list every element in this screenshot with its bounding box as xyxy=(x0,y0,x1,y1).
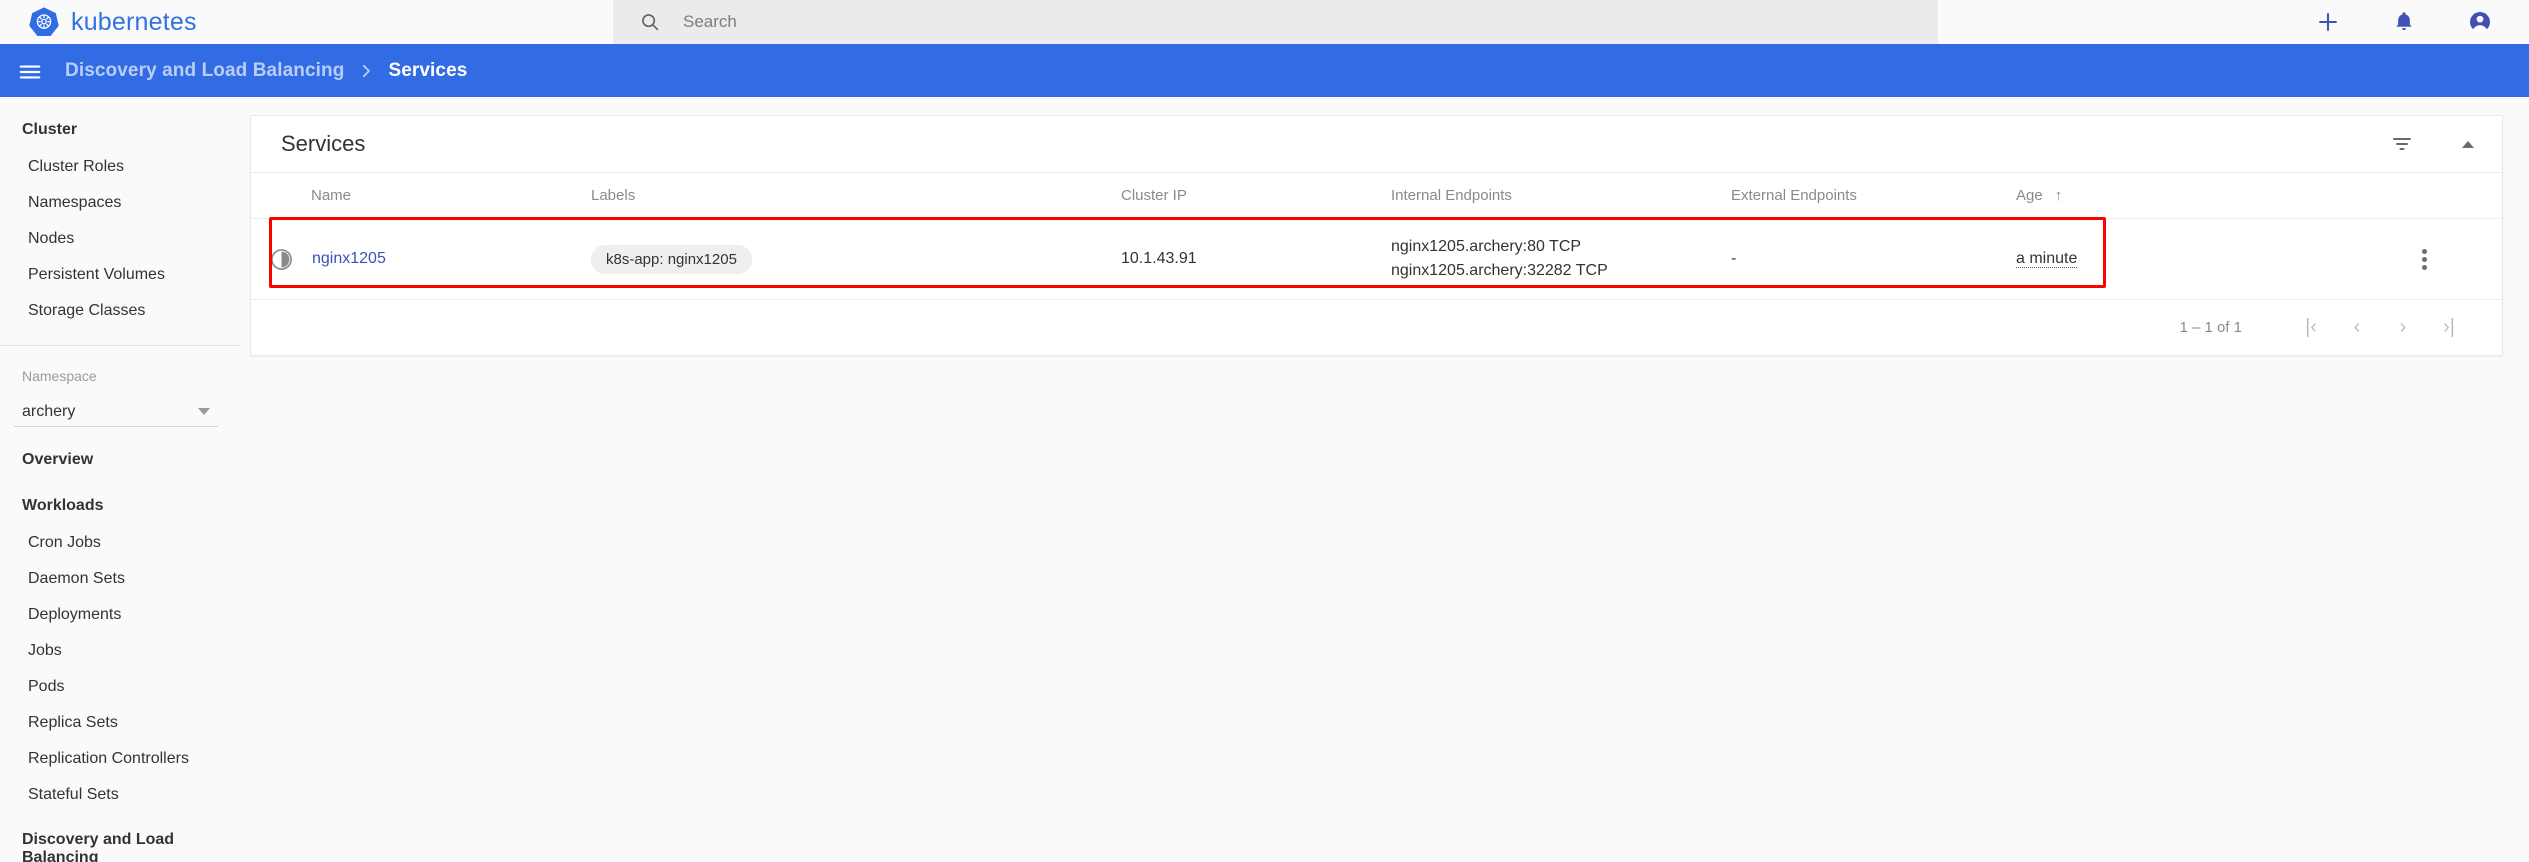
brand-title: kubernetes xyxy=(71,7,197,36)
account-circle-icon[interactable] xyxy=(2467,9,2493,35)
sidebar-group-discovery: Discovery and Load Balancing xyxy=(22,831,175,862)
sidebar-group-workloads: Workloads xyxy=(22,497,104,514)
page-body: Cluster Cluster Roles Namespaces Nodes P… xyxy=(0,97,2529,862)
pagination-next-button[interactable]: › xyxy=(2380,308,2426,348)
sidebar-item-cluster-roles[interactable]: Cluster Roles xyxy=(0,149,240,185)
cell-cluster-ip: 10.1.43.91 xyxy=(1121,218,1391,300)
sidebar-item-overview[interactable]: Overview xyxy=(0,441,240,479)
global-search-bar[interactable] xyxy=(613,0,1938,44)
top-app-bar: kubernetes xyxy=(0,0,2529,44)
breadcrumb-item-parent[interactable]: Discovery and Load Balancing xyxy=(65,60,344,82)
services-card: Services Name Labels Cluster IP Internal… xyxy=(250,115,2503,356)
filter-icon[interactable] xyxy=(2390,132,2414,156)
namespace-selector-block: Namespace archery xyxy=(0,346,240,427)
search-icon xyxy=(639,11,661,33)
sidebar-item-jobs[interactable]: Jobs xyxy=(0,633,240,669)
pagination: 1 – 1 of 1 |‹ ‹ › ›| xyxy=(251,300,2502,355)
search-input[interactable] xyxy=(683,12,1912,32)
cell-external-endpoints: - xyxy=(1731,218,2016,300)
kubernetes-logo-icon xyxy=(28,6,60,38)
sidebar-item-pods[interactable]: Pods xyxy=(0,669,240,705)
services-table: Name Labels Cluster IP Internal Endpoint… xyxy=(251,173,2502,300)
table-header-row: Name Labels Cluster IP Internal Endpoint… xyxy=(251,173,2502,219)
table-header: Name Labels Cluster IP Internal Endpoint… xyxy=(251,173,2502,219)
namespace-value: archery xyxy=(22,402,76,420)
column-header-internal-endpoints[interactable]: Internal Endpoints xyxy=(1391,173,1731,219)
column-header-cluster-ip[interactable]: Cluster IP xyxy=(1121,173,1391,219)
sidebar-item-cron-jobs[interactable]: Cron Jobs xyxy=(0,525,240,561)
column-header-external-endpoints[interactable]: External Endpoints xyxy=(1731,173,2016,219)
namespace-select[interactable]: archery xyxy=(14,397,218,427)
label-chip: k8s-app: nginx1205 xyxy=(591,244,752,274)
main-content: Services Name Labels Cluster IP Internal… xyxy=(240,97,2529,862)
pagination-prev-button[interactable]: ‹ xyxy=(2334,308,2380,348)
table-row[interactable]: nginx1205 k8s-app: nginx1205 10.1.43.91 … xyxy=(251,218,2502,300)
hamburger-menu-icon[interactable] xyxy=(14,56,44,86)
page-title: Services xyxy=(281,131,366,156)
sidebar-item-daemon-sets[interactable]: Daemon Sets xyxy=(0,561,240,597)
age-value: a minute xyxy=(2016,250,2078,268)
sidebar-group-cluster: Cluster xyxy=(22,121,78,138)
cell-labels: k8s-app: nginx1205 xyxy=(591,218,1121,300)
pagination-first-button[interactable]: |‹ xyxy=(2288,308,2334,348)
sort-ascending-icon: ↑ xyxy=(2054,187,2063,204)
cell-age: a minute xyxy=(2016,218,2422,300)
sidebar-item-replica-sets[interactable]: Replica Sets xyxy=(0,705,240,741)
brand-logo-area[interactable]: kubernetes xyxy=(0,6,300,38)
sidebar-item-persistent-volumes[interactable]: Persistent Volumes xyxy=(0,257,240,293)
service-name-link[interactable]: nginx1205 xyxy=(312,250,386,268)
breadcrumb-separator-icon xyxy=(357,62,375,80)
breadcrumb-bar: Discovery and Load Balancing Services xyxy=(0,44,2529,97)
card-header-actions xyxy=(2390,132,2480,156)
column-header-name[interactable]: Name xyxy=(251,173,591,219)
pagination-range: 1 – 1 of 1 xyxy=(2179,319,2242,336)
column-header-labels[interactable]: Labels xyxy=(591,173,1121,219)
internal-endpoint-line: nginx1205.archery:32282 TCP xyxy=(1391,262,1608,279)
sidebar-nav: Cluster Cluster Roles Namespaces Nodes P… xyxy=(0,97,240,862)
sidebar-item-replication-controllers[interactable]: Replication Controllers xyxy=(0,741,240,777)
namespace-label: Namespace xyxy=(22,368,97,384)
sidebar-item-nodes[interactable]: Nodes xyxy=(0,221,240,257)
breadcrumb-item-current: Services xyxy=(388,59,468,81)
table-body: nginx1205 k8s-app: nginx1205 10.1.43.91 … xyxy=(251,218,2502,300)
sidebar-item-storage-classes[interactable]: Storage Classes xyxy=(0,293,240,329)
sidebar-item-deployments[interactable]: Deployments xyxy=(0,597,240,633)
column-header-age-label: Age xyxy=(2016,187,2043,204)
column-header-age[interactable]: Age ↑ xyxy=(2016,173,2422,219)
chevron-down-icon xyxy=(198,408,210,415)
cell-name: nginx1205 xyxy=(251,218,591,300)
top-bar-actions xyxy=(2315,0,2493,44)
sidebar-item-stateful-sets[interactable]: Stateful Sets xyxy=(0,777,240,813)
column-header-actions xyxy=(2422,173,2502,219)
more-vertical-icon[interactable] xyxy=(2422,248,2502,270)
plus-icon[interactable] xyxy=(2315,9,2341,35)
cell-actions xyxy=(2422,218,2502,300)
chevron-up-icon[interactable] xyxy=(2456,132,2480,156)
card-header: Services xyxy=(251,116,2502,173)
cell-internal-endpoints: nginx1205.archery:80 TCP nginx1205.arche… xyxy=(1391,218,1731,300)
internal-endpoint-line: nginx1205.archery:80 TCP xyxy=(1391,238,1582,255)
sidebar-item-namespaces[interactable]: Namespaces xyxy=(0,185,240,221)
bell-icon[interactable] xyxy=(2391,9,2417,35)
pagination-last-button[interactable]: ›| xyxy=(2426,308,2472,348)
pending-clock-icon xyxy=(269,247,294,272)
